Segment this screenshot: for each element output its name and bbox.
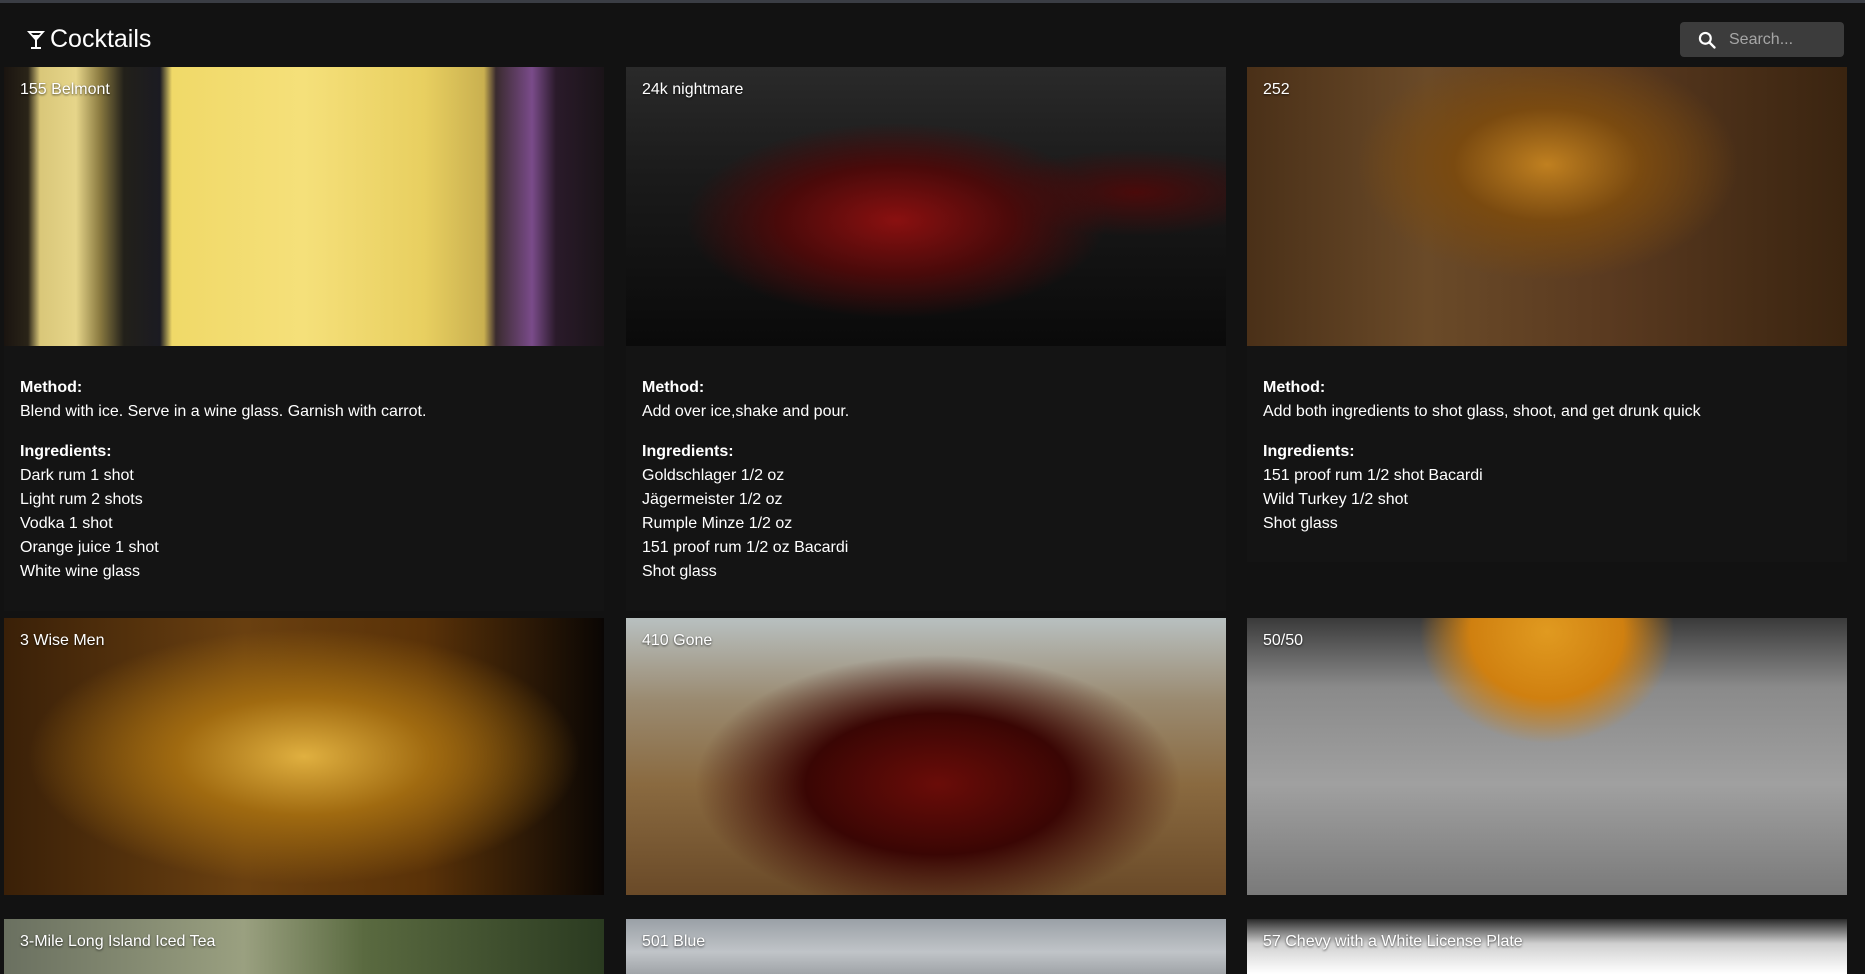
ingredient-item: Shot glass bbox=[642, 563, 717, 580]
app-brand[interactable]: Cocktails bbox=[26, 25, 151, 54]
ingredient-item: Shot glass bbox=[1263, 515, 1338, 532]
cocktail-name: 155 Belmont bbox=[20, 81, 110, 98]
search-box[interactable] bbox=[1680, 22, 1844, 57]
ingredient-item: Vodka 1 shot bbox=[20, 515, 113, 532]
cocktail-card[interactable]: 3 Wise Men bbox=[4, 618, 604, 895]
ingredient-item: Goldschlager 1/2 oz bbox=[642, 467, 785, 484]
ingredient-item: Light rum 2 shots bbox=[20, 491, 143, 508]
method-label: Method: bbox=[642, 379, 705, 396]
app-header: Cocktails bbox=[0, 3, 1865, 67]
ingredients-label: Ingredients: bbox=[642, 443, 734, 460]
ingredient-item: 151 proof rum 1/2 shot Bacardi bbox=[1263, 467, 1483, 484]
ingredient-item: Rumple Minze 1/2 oz bbox=[642, 515, 793, 532]
cocktail-glass-icon bbox=[27, 30, 45, 49]
cocktail-image bbox=[4, 618, 604, 895]
cocktail-name: 252 bbox=[1263, 81, 1290, 98]
cocktail-name: 3 Wise Men bbox=[20, 632, 105, 649]
app-title: Cocktails bbox=[50, 25, 152, 53]
cocktail-name: 50/50 bbox=[1263, 632, 1304, 649]
cocktail-image bbox=[626, 919, 1226, 974]
cocktail-name: 3-Mile Long Island Iced Tea bbox=[20, 933, 216, 950]
cocktail-image bbox=[626, 67, 1226, 346]
method-text: Add over ice,shake and pour. bbox=[642, 403, 850, 420]
ingredients-label: Ingredients: bbox=[20, 443, 112, 460]
search-input[interactable] bbox=[1727, 29, 1841, 50]
cocktail-details: Method: Add both ingredients to shot gla… bbox=[1263, 376, 1831, 536]
cocktail-image bbox=[1247, 618, 1847, 895]
cocktail-name: 501 Blue bbox=[642, 933, 706, 950]
cocktail-card[interactable]: 501 Blue bbox=[626, 919, 1226, 974]
search-icon bbox=[1698, 31, 1716, 49]
method-text: Add both ingredients to shot glass, shoo… bbox=[1263, 403, 1701, 420]
ingredient-item: White wine glass bbox=[20, 563, 141, 580]
cocktail-card[interactable]: 24k nightmare Method: Add over ice,shake… bbox=[626, 67, 1226, 611]
cocktail-details: Method: Add over ice,shake and pour. Ing… bbox=[642, 376, 1210, 584]
cocktail-name: 24k nightmare bbox=[642, 81, 744, 98]
cocktail-card[interactable]: 50/50 bbox=[1247, 618, 1847, 895]
cocktail-details: Method: Blend with ice. Serve in a wine … bbox=[20, 376, 588, 584]
cocktail-card[interactable]: 3-Mile Long Island Iced Tea bbox=[4, 919, 604, 974]
cocktail-card[interactable]: 410 Gone bbox=[626, 618, 1226, 895]
cocktail-image bbox=[4, 67, 604, 346]
cocktail-card[interactable]: 57 Chevy with a White License Plate bbox=[1247, 919, 1847, 974]
ingredient-item: Jägermeister 1/2 oz bbox=[642, 491, 783, 508]
cocktail-card[interactable]: 155 Belmont Method: Blend with ice. Serv… bbox=[4, 67, 604, 611]
ingredient-item: Dark rum 1 shot bbox=[20, 467, 134, 484]
cocktail-name: 57 Chevy with a White License Plate bbox=[1263, 933, 1523, 950]
ingredients-label: Ingredients: bbox=[1263, 443, 1355, 460]
cocktail-name: 410 Gone bbox=[642, 632, 713, 649]
ingredient-item: Orange juice 1 shot bbox=[20, 539, 159, 556]
method-label: Method: bbox=[20, 379, 83, 396]
ingredient-item: Wild Turkey 1/2 shot bbox=[1263, 491, 1408, 508]
cocktail-image bbox=[1247, 67, 1847, 346]
method-text: Blend with ice. Serve in a wine glass. G… bbox=[20, 403, 427, 420]
method-label: Method: bbox=[1263, 379, 1326, 396]
cocktail-image bbox=[626, 618, 1226, 895]
cocktail-card[interactable]: 252 Method: Add both ingredients to shot… bbox=[1247, 67, 1847, 562]
ingredient-item: 151 proof rum 1/2 oz Bacardi bbox=[642, 539, 849, 556]
